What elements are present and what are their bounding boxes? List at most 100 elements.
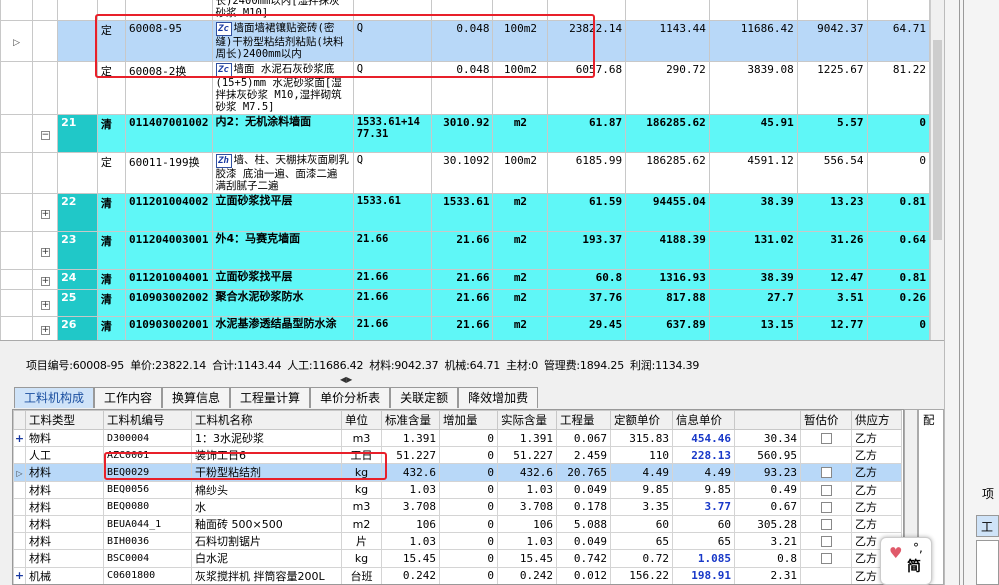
cell-unit[interactable]: m2 [492,269,549,290]
expand-icon[interactable]: + [40,326,50,335]
row-indicator[interactable] [0,193,34,232]
cell-qty[interactable]: 3010.92 [431,114,494,153]
table-row[interactable]: +23 清 011204003001 外4：马赛克墙面 21.66 21.66 m2 193.… [0,231,930,270]
expand-icon[interactable]: + [15,569,24,582]
cell-price[interactable]: 29.45 [547,316,627,340]
cell-machine[interactable]: 0.81 [866,193,930,232]
cell-labor[interactable]: 38.39 [708,193,798,232]
cell-index[interactable]: 21 [57,114,98,153]
cell-type[interactable]: 清 [96,289,127,317]
cell-x[interactable]: 0.67 [734,497,801,516]
estimate-checkbox[interactable] [820,536,832,548]
row-indicator[interactable] [0,61,34,115]
tab-3[interactable]: 工程量计算 [230,387,311,408]
cell-qty-expr[interactable]: 21.66 [352,289,433,317]
cell-price[interactable]: 60.8 [547,269,627,290]
cell-total[interactable]: 1143.44 [625,20,710,62]
cell-x[interactable]: 2.31 [734,566,801,584]
cell-std[interactable]: 51.227 [381,446,440,465]
cell-iprice[interactable]: 3.77 [672,497,735,516]
cell-unit[interactable]: m2 [492,231,549,270]
cell-qty[interactable]: 21.66 [431,231,494,270]
cell-index[interactable]: 26 [57,316,98,340]
estimate-checkbox[interactable] [820,553,832,565]
cell-type[interactable]: 清 [96,114,127,153]
cell-unit[interactable]: 片 [341,532,382,551]
row-expander[interactable] [13,532,26,551]
row-expander[interactable]: + [32,269,59,290]
cell-x[interactable]: 3.21 [734,532,801,551]
cell-code[interactable]: 011407001002 [125,114,213,153]
tab-6[interactable]: 降效增加费 [458,387,539,408]
cell-name[interactable]: 灰浆搅拌机 拌筒容量200L [191,566,342,584]
cell-total[interactable]: 1316.93 [625,269,710,290]
cell-qty[interactable]: 1533.61 [431,193,494,232]
cell-type[interactable]: 机械 [25,566,104,584]
expand-icon[interactable]: + [40,210,50,219]
cell-labor[interactable]: 4591.12 [708,152,798,194]
row-expander[interactable] [32,61,59,115]
cell-price[interactable]: 193.37 [547,231,627,270]
cell-code[interactable]: BEQ0080 [103,497,192,516]
column-header[interactable]: 单位 [341,410,382,430]
tab-2[interactable]: 换算信息 [162,387,231,408]
cell-total[interactable]: 637.89 [625,316,710,340]
table-row[interactable]: +26 清 010903002001 水泥基渗透结晶型防水涂 21.66 21.66 m2 2… [0,316,930,340]
cell-supplier[interactable]: 乙方 [851,514,902,534]
cell-dprice[interactable]: 0.72 [610,549,673,568]
column-header[interactable]: 定额单价 [610,410,673,430]
cell-unit[interactable]: m3 [341,428,382,448]
floating-ime-widget[interactable]: ♥ °, 简 [880,537,932,585]
cell-qty-expr[interactable]: 21.66 [352,269,433,290]
table-row[interactable]: 定 60011-199换 Zh 墙、柱、天棚抹灰面刷乳胶漆 底油一遍、面漆二遍 满刮腻… [0,152,930,194]
cell-std[interactable]: 1.391 [381,428,440,448]
cell-total[interactable]: 186285.62 [625,152,710,194]
cell-add[interactable]: 0 [439,514,498,534]
cell-type[interactable]: 清 [96,231,127,270]
cell-supplier[interactable]: 乙方 [851,428,902,448]
cell-code[interactable]: 011201004002 [125,193,213,232]
cell-name[interactable]: 棉纱头 [191,480,342,499]
cell-type[interactable]: 定 [96,152,127,194]
cell-type[interactable]: 材料 [25,463,104,482]
cell-material[interactable]: 3.51 [796,289,868,317]
column-header[interactable]: 工程量 [556,410,611,430]
row-indicator[interactable]: ▷ [0,20,34,62]
cell-machine[interactable]: 0.64 [866,231,930,270]
cell-iprice[interactable]: 454.46 [672,428,735,448]
cell-type[interactable]: 清 [96,316,127,340]
cell-qty[interactable]: 30.1092 [431,152,494,194]
cell-name[interactable]: 水 [191,497,342,516]
cell-labor[interactable]: 13.15 [708,316,798,340]
cell-std[interactable]: 3.708 [381,497,440,516]
cell-estimate[interactable] [800,497,852,516]
row-expander[interactable] [32,20,59,62]
expand-icon[interactable]: + [15,432,24,445]
cell-material[interactable]: 9042.37 [796,20,868,62]
row-expander[interactable] [32,152,59,194]
cell-qty[interactable]: 21.66 [431,316,494,340]
expand-icon[interactable]: + [40,300,50,310]
cell-code[interactable]: 011204003001 [125,231,213,270]
cell-x[interactable]: 93.23 [734,463,801,482]
column-header[interactable] [734,410,801,430]
cell-machine[interactable]: 0 [866,316,930,340]
cell-iprice[interactable]: 228.13 [672,446,735,465]
cell-code[interactable]: D300004 [103,428,192,448]
cell-labor[interactable]: 131.02 [708,231,798,270]
cell-name[interactable]: 石料切割锯片 [191,532,342,551]
cell-machine[interactable]: 0 [866,114,930,153]
cell-qty[interactable]: 0.067 [556,428,611,448]
cell-material[interactable]: 12.47 [796,269,868,290]
cell-name[interactable]: 水泥基渗透结晶型防水涂 [211,316,354,340]
cell-x[interactable]: 30.34 [734,428,801,448]
cell-price[interactable]: 61.87 [547,114,627,153]
column-header[interactable]: 标准含量 [381,410,440,430]
column-header[interactable]: 工料机编号 [103,410,192,430]
table-row[interactable]: +22 清 011201004002 立面砂浆找平层 1533.61 1533.61 m2 6… [0,193,930,232]
cell-unit[interactable]: m3 [341,497,382,516]
cell-name[interactable]: 釉面砖 500×500 [191,514,342,534]
cell-material[interactable]: 31.26 [796,231,868,270]
cell-type[interactable]: 材料 [25,549,104,568]
cell-qty-expr[interactable]: Q [352,152,433,194]
